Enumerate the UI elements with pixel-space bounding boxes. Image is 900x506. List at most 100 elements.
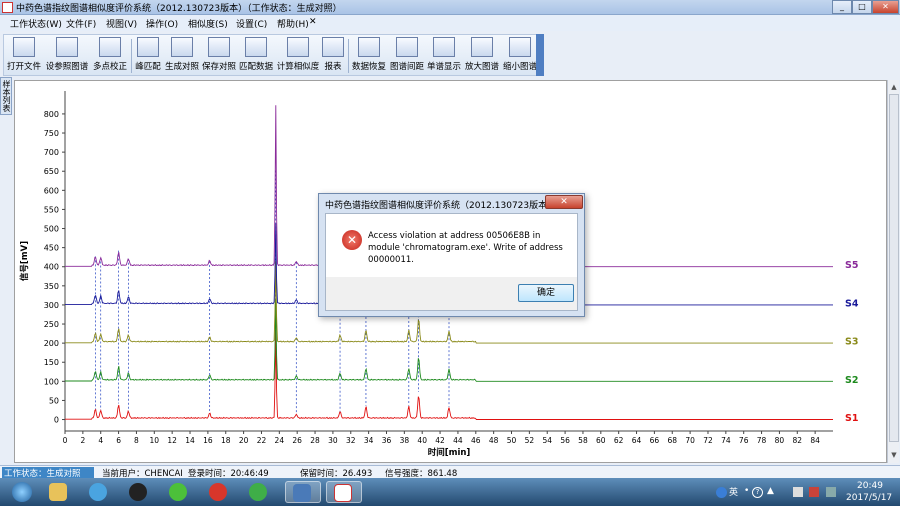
scroll-up-icon[interactable]: ▲ (889, 82, 899, 92)
taskbar-chromatogram[interactable] (326, 481, 362, 503)
search-icon[interactable] (716, 487, 727, 498)
dialog-title: 中药色谱指纹图谱相似度评价系统（2012.130723版本） (325, 201, 557, 211)
x-tick-label: 16 (203, 436, 213, 445)
taskbar-qq[interactable] (122, 481, 154, 503)
x-tick-label: 36 (382, 436, 392, 445)
single-spectrum-button[interactable]: 单谱显示 (426, 37, 462, 75)
menu-help[interactable]: 帮助(H) (277, 17, 309, 30)
clock-time[interactable]: 20:49 (857, 481, 883, 491)
x-tick-label: 58 (578, 436, 588, 445)
error-icon: ✕ (342, 230, 362, 250)
taskbar-browser[interactable] (82, 481, 114, 503)
dialog-close-button[interactable]: ✕ (545, 195, 583, 209)
x-tick-label: 10 (150, 436, 160, 445)
zoom-in-chart-button[interactable]: 放大图谱 (464, 37, 500, 75)
menu-similarity[interactable]: 相似度(S) (188, 17, 228, 30)
x-tick-label: 46 (471, 436, 481, 445)
remote-desktop-icon (293, 484, 311, 502)
menu-operation[interactable]: 操作(O) (146, 17, 178, 30)
toolbar-separator (348, 39, 349, 73)
series-label-s5: S5 (845, 260, 858, 271)
series-label-s3: S3 (845, 337, 858, 348)
x-tick-label: 28 (310, 436, 320, 445)
x-tick-label: 74 (721, 436, 731, 445)
minimize-button[interactable]: _ (832, 0, 852, 14)
menu-work-state[interactable]: 工作状态(W) (10, 17, 62, 30)
toolbar-overflow-button[interactable] (536, 34, 544, 76)
menu-close-icon[interactable]: ✕ (309, 17, 317, 27)
peak-match-icon (137, 37, 159, 57)
set-reference-button[interactable]: 设参照图谱 (45, 37, 89, 75)
generate-reference-button[interactable]: 生成对照 (164, 37, 200, 75)
menu-file[interactable]: 文件(F) (66, 17, 96, 30)
x-tick-label: 0 (63, 436, 68, 445)
x-tick-label: 14 (185, 436, 195, 445)
match-data-button[interactable]: 匹配数据 (238, 37, 274, 75)
y-tick-label: 750 (44, 129, 59, 138)
reference-chart-icon (56, 37, 78, 57)
match-data-icon (245, 37, 267, 57)
x-tick-label: 82 (793, 436, 803, 445)
qq-icon (129, 483, 147, 501)
open-file-button[interactable]: 打开文件 (6, 37, 42, 75)
taskbar-file-explorer[interactable] (42, 481, 74, 503)
zoom-in-chart-icon (471, 37, 493, 57)
window-title: 中药色谱指纹图谱相似度评价系统（2012.130723版本）（工作状态：生成对照… (16, 4, 342, 14)
security-icon[interactable] (809, 487, 819, 497)
help-icon[interactable]: ? (752, 487, 763, 498)
calculate-similarity-button[interactable]: 计算相似度 (276, 37, 320, 75)
scroll-down-icon[interactable]: ▼ (889, 450, 899, 460)
ime-indicator[interactable]: 英 (729, 485, 738, 498)
x-tick-label: 50 (507, 436, 517, 445)
scroll-thumb[interactable] (889, 94, 899, 442)
menu-settings[interactable]: 设置(C) (236, 17, 267, 30)
x-tick-label: 52 (525, 436, 535, 445)
tray-expand-icon[interactable]: ▲ (767, 486, 774, 496)
multipoint-correction-button[interactable]: 多点校正 (92, 37, 128, 75)
x-tick-label: 32 (346, 436, 356, 445)
start-button[interactable] (4, 481, 38, 503)
report-button[interactable]: 报表 (322, 37, 344, 75)
peak-match-button[interactable]: 峰匹配 (134, 37, 162, 75)
ime-mode-icon[interactable]: • (744, 486, 749, 496)
x-tick-label: 8 (134, 436, 139, 445)
y-tick-label: 650 (44, 167, 59, 176)
taskbar-refresh-app[interactable] (242, 481, 274, 503)
y-tick-label: 450 (44, 244, 59, 253)
network-icon[interactable] (793, 487, 803, 497)
x-tick-label: 18 (221, 436, 231, 445)
data-restore-icon (358, 37, 380, 57)
save-reference-icon (208, 37, 230, 57)
y-tick-label: 400 (44, 263, 59, 272)
x-tick-label: 20 (239, 436, 249, 445)
ok-button[interactable]: 确定 (518, 284, 574, 302)
vertical-scrollbar[interactable]: ▲ ▼ (887, 80, 899, 463)
close-button[interactable]: ✕ (872, 0, 899, 14)
save-reference-button[interactable]: 保存对照 (201, 37, 237, 75)
report-icon (322, 37, 344, 57)
x-tick-label: 34 (364, 436, 374, 445)
error-dialog: 中药色谱指纹图谱相似度评价系统（2012.130723版本） ✕ ✕ Acces… (318, 193, 585, 317)
taskbar-music[interactable] (202, 481, 234, 503)
chart-spacing-button[interactable]: 图谱间距 (389, 37, 425, 75)
x-tick-label: 72 (703, 436, 713, 445)
sample-list-tab[interactable]: 样本列表 (0, 77, 12, 115)
dialog-message-area: ✕ Access violation at address 00506E8B i… (326, 214, 577, 277)
taskbar-remote-desktop[interactable] (285, 481, 321, 503)
zoom-out-chart-button[interactable]: 缩小图谱 (502, 37, 538, 75)
x-tick-label: 70 (685, 436, 695, 445)
y-tick-label: 300 (44, 301, 59, 310)
x-tick-label: 60 (596, 436, 606, 445)
clock-date[interactable]: 2017/5/17 (846, 493, 892, 503)
chromatogram-app-icon (334, 484, 352, 502)
taskbar-wechat[interactable] (162, 481, 194, 503)
x-tick-label: 38 (400, 436, 410, 445)
volume-icon[interactable] (826, 487, 836, 497)
y-tick-label: 150 (44, 358, 59, 367)
menu-view[interactable]: 视图(V) (106, 17, 137, 30)
calculate-similarity-icon (287, 37, 309, 57)
maximize-button[interactable]: □ (852, 0, 872, 14)
app-icon (2, 2, 13, 13)
y-tick-label: 200 (44, 339, 59, 348)
data-restore-button[interactable]: 数据恢复 (351, 37, 387, 75)
